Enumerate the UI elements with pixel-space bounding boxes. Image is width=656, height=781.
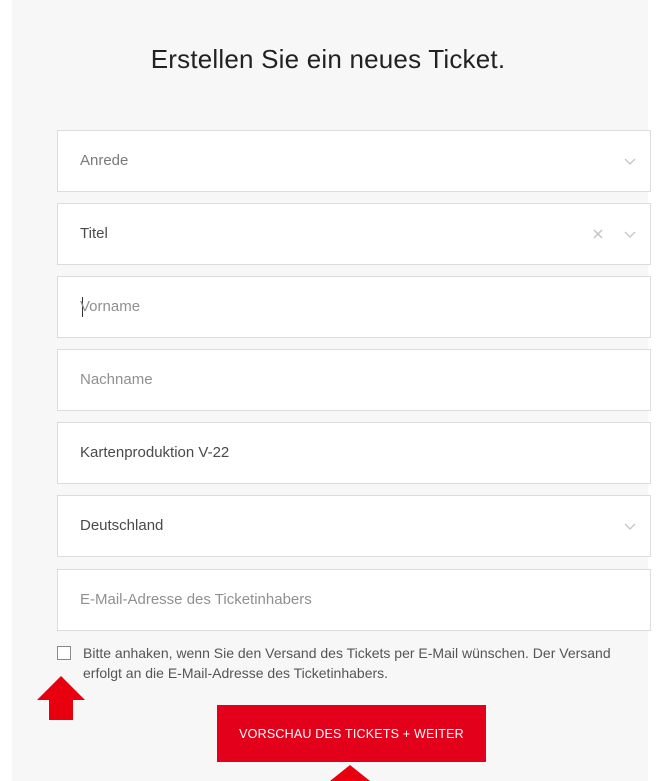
- country-select[interactable]: Deutschland: [57, 495, 651, 557]
- country-value: Deutschland: [80, 517, 164, 534]
- email-consent-checkbox[interactable]: [57, 646, 71, 660]
- first-name-input[interactable]: Vorname: [57, 276, 651, 338]
- chevron-down-icon: [624, 523, 636, 530]
- annotation-arrow-icon: [330, 765, 370, 781]
- annotation-arrow-icon: [37, 676, 85, 720]
- preview-continue-button[interactable]: VORSCHAU DES TICKETS + WEITER: [217, 705, 486, 762]
- academic-title-select[interactable]: Titel: [57, 203, 651, 265]
- chevron-down-icon: [624, 231, 636, 238]
- card-production-field[interactable]: Kartenproduktion V-22: [57, 422, 651, 484]
- email-consent-label: Bitte anhaken, wenn Sie den Versand des …: [83, 645, 611, 681]
- email-input[interactable]: E-Mail-Adresse des Ticketinhabers: [57, 569, 651, 631]
- chevron-down-icon: [624, 158, 636, 165]
- card-production-value: Kartenproduktion V-22: [80, 444, 230, 461]
- page-title: Erstellen Sie ein neues Ticket.: [150, 44, 506, 74]
- salutation-placeholder: Anrede: [80, 152, 129, 169]
- clear-icon[interactable]: [592, 228, 604, 240]
- email-placeholder: E-Mail-Adresse des Ticketinhabers: [80, 591, 312, 608]
- salutation-select[interactable]: Anrede: [57, 130, 651, 192]
- last-name-placeholder: Nachname: [80, 371, 153, 388]
- last-name-input[interactable]: Nachname: [57, 349, 651, 411]
- academic-title-value: Titel: [80, 225, 108, 242]
- first-name-placeholder: Vorname: [80, 298, 141, 315]
